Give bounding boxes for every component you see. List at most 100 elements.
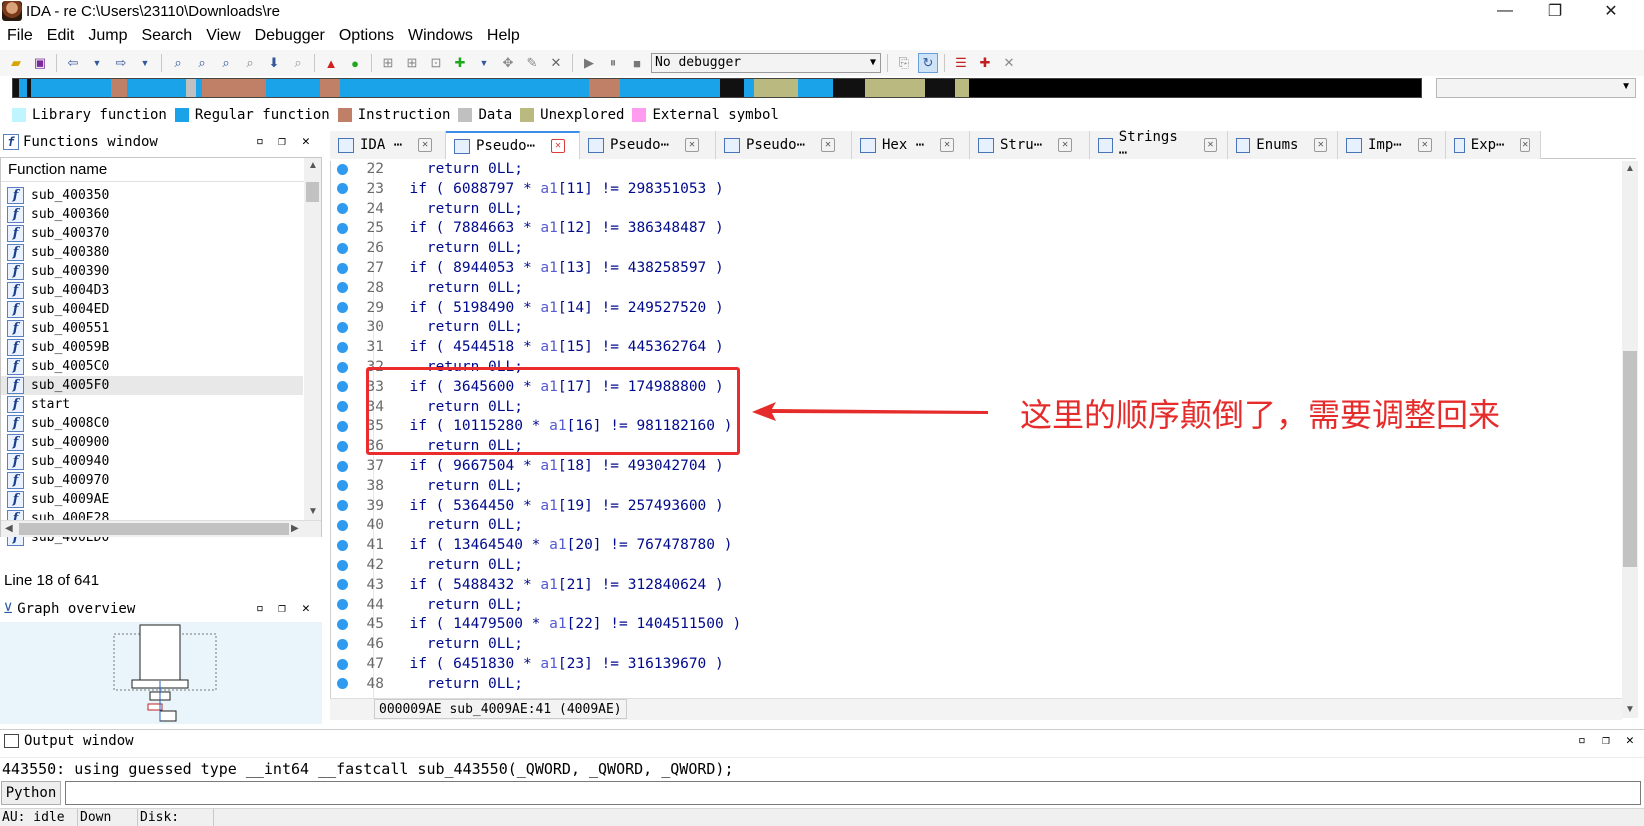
save-icon[interactable]: ▣ bbox=[30, 53, 50, 73]
menu-options[interactable]: Options bbox=[332, 24, 401, 48]
jump-down-icon[interactable]: ⬇ bbox=[264, 53, 284, 73]
code-variable[interactable]: a1 bbox=[540, 339, 557, 355]
scrollbar-thumb[interactable] bbox=[19, 523, 289, 535]
function-list-item[interactable]: f start bbox=[1, 395, 303, 414]
panel-minimize-icon[interactable]: ▫ bbox=[256, 131, 264, 153]
add-breakpoint-icon[interactable]: ✚ bbox=[975, 53, 995, 73]
panel-minimize-icon[interactable]: ▫ bbox=[1578, 730, 1586, 752]
tab-close-icon[interactable]: ✕ bbox=[685, 138, 700, 152]
menu-view[interactable]: View bbox=[199, 24, 247, 48]
code-variable[interactable]: a1 bbox=[540, 220, 557, 236]
stop-icon[interactable]: ■ bbox=[627, 53, 647, 73]
breakpoint-dot-icon[interactable] bbox=[337, 599, 348, 611]
python-language-button[interactable]: Python bbox=[1, 781, 61, 805]
breakpoint-dot-icon[interactable] bbox=[337, 440, 348, 452]
graph-overview-canvas[interactable] bbox=[0, 622, 322, 724]
breakpoint-dot-icon[interactable] bbox=[337, 500, 348, 512]
tab-close-icon[interactable]: ✕ bbox=[1058, 138, 1073, 152]
code-line[interactable]: 38 return 0LL; bbox=[331, 476, 523, 496]
breakpoint-dot-icon[interactable] bbox=[337, 203, 348, 215]
code-line[interactable]: 25 if ( 7884663 * a1[12] != 386348487 ) bbox=[331, 218, 724, 238]
code-line[interactable]: 44 return 0LL; bbox=[331, 595, 523, 615]
code-line[interactable]: 23 if ( 6088797 * a1[11] != 298351053 ) bbox=[331, 179, 724, 199]
tab-close-icon[interactable]: ✕ bbox=[1314, 138, 1327, 152]
function-list-item[interactable]: f sub_4005F0 bbox=[1, 376, 303, 395]
breakpoint-dot-icon[interactable] bbox=[337, 163, 348, 175]
menu-windows[interactable]: Windows bbox=[401, 24, 480, 48]
function-list-item[interactable]: f sub_400940 bbox=[1, 452, 303, 471]
tab-pseudocode[interactable]: Pseudo⋯ ✕ bbox=[580, 131, 716, 159]
code-line[interactable]: 37 if ( 9667504 * a1[18] != 493042704 ) bbox=[331, 456, 724, 476]
debugger-select[interactable]: No debugger ▼ bbox=[651, 53, 881, 73]
panel-close-icon[interactable]: ✕ bbox=[302, 131, 310, 153]
code-line[interactable]: 46 return 0LL; bbox=[331, 634, 523, 654]
scrollbar-thumb[interactable] bbox=[1623, 351, 1637, 567]
scroll-down-icon[interactable]: ▼ bbox=[308, 506, 318, 517]
navigation-combo[interactable]: ▼ bbox=[1436, 78, 1636, 98]
search-gray-icon[interactable]: ⌕ bbox=[288, 53, 308, 73]
code-line[interactable]: 29 if ( 5198490 * a1[14] != 249527520 ) bbox=[331, 298, 724, 318]
code-line[interactable]: 22 return 0LL; bbox=[331, 159, 523, 179]
breakpoint-dot-icon[interactable] bbox=[337, 341, 348, 353]
code-line[interactable]: 45 if ( 14479500 * a1[22] != 1404511500 … bbox=[331, 614, 741, 634]
breakpoint-dot-icon[interactable] bbox=[337, 658, 348, 670]
code-line[interactable]: 26 return 0LL; bbox=[331, 238, 523, 258]
breakpoint-dot-icon[interactable] bbox=[337, 618, 348, 630]
menu-jump[interactable]: Jump bbox=[81, 24, 134, 48]
code-vertical-scrollbar[interactable]: ▲ ▼ bbox=[1622, 161, 1638, 718]
make-string-icon[interactable]: ⊡ bbox=[426, 53, 446, 73]
tab-pseudocode[interactable]: Pseudo⋯ ✕ bbox=[446, 131, 580, 159]
tab-pseudocode[interactable]: Pseudo⋯ ✕ bbox=[716, 131, 852, 159]
search-binary-icon[interactable]: ⌕ bbox=[192, 53, 212, 73]
tab-imports[interactable]: Imp⋯ ✕ bbox=[1338, 131, 1446, 159]
green-circle-icon[interactable]: ● bbox=[345, 53, 365, 73]
navigation-band[interactable] bbox=[12, 78, 1422, 98]
make-data-icon[interactable]: ⊞ bbox=[402, 53, 422, 73]
functions-vertical-scrollbar[interactable]: ▲ ▼ bbox=[304, 158, 321, 520]
code-variable[interactable]: a1 bbox=[549, 537, 566, 553]
scroll-left-icon[interactable]: ◀ bbox=[5, 523, 13, 534]
code-line[interactable]: 24 return 0LL; bbox=[331, 199, 523, 219]
functions-list[interactable]: Function name f sub_400350 f sub_400360 f sub… bbox=[0, 157, 322, 546]
forward-arrow-icon[interactable]: ⇨ bbox=[111, 53, 131, 73]
breakpoint-dot-icon[interactable] bbox=[337, 420, 348, 432]
breakpoint-dot-icon[interactable] bbox=[337, 183, 348, 195]
maximize-button[interactable]: ❐ bbox=[1532, 0, 1578, 22]
breakpoint-dot-icon[interactable] bbox=[337, 401, 348, 413]
delete-x-icon[interactable]: ✕ bbox=[546, 53, 566, 73]
panel-minimize-icon[interactable]: ▫ bbox=[256, 598, 264, 620]
menu-help[interactable]: Help bbox=[480, 24, 527, 48]
python-command-input[interactable] bbox=[65, 781, 1641, 805]
panel-close-icon[interactable]: ✕ bbox=[302, 598, 310, 620]
code-line[interactable]: 40 return 0LL; bbox=[331, 515, 523, 535]
warning-icon[interactable]: ▲ bbox=[321, 53, 341, 73]
function-list-item[interactable]: f sub_400900 bbox=[1, 433, 303, 452]
menu-debugger[interactable]: Debugger bbox=[248, 24, 332, 48]
tab-strings[interactable]: Strings ⋯ ✕ bbox=[1090, 129, 1228, 161]
function-list-item[interactable]: f sub_4005C0 bbox=[1, 357, 303, 376]
breakpoint-dot-icon[interactable] bbox=[337, 242, 348, 254]
function-list-item[interactable]: f sub_400380 bbox=[1, 243, 303, 262]
tab-enums[interactable]: Enums ✕ bbox=[1228, 131, 1338, 159]
function-list-item[interactable]: f sub_4009AE bbox=[1, 490, 303, 509]
breakpoint-dot-icon[interactable] bbox=[337, 638, 348, 650]
code-variable[interactable]: a1 bbox=[540, 181, 557, 197]
scroll-right-icon[interactable]: ▶ bbox=[291, 523, 299, 534]
function-list-item[interactable]: f sub_400370 bbox=[1, 224, 303, 243]
tab-hex[interactable]: Hex ⋯ ✕ bbox=[852, 131, 970, 159]
breakpoint-dot-icon[interactable] bbox=[337, 480, 348, 492]
tab-structures[interactable]: Stru⋯ ✕ bbox=[970, 131, 1090, 159]
panel-float-icon[interactable]: ❐ bbox=[278, 131, 286, 153]
function-list-item[interactable]: f sub_400390 bbox=[1, 262, 303, 281]
menu-file[interactable]: File bbox=[0, 24, 40, 48]
code-variable[interactable]: a1 bbox=[540, 656, 557, 672]
code-variable[interactable]: a1 bbox=[540, 498, 557, 514]
breakpoint-dot-icon[interactable] bbox=[337, 678, 348, 690]
play-icon[interactable]: ▶ bbox=[579, 53, 599, 73]
tab-close-icon[interactable]: ✕ bbox=[1204, 138, 1217, 152]
breakpoint-dot-icon[interactable] bbox=[337, 282, 348, 294]
scroll-up-icon[interactable]: ▲ bbox=[1625, 163, 1635, 174]
chevron-down-icon[interactable]: ▼ bbox=[135, 53, 155, 73]
breakpoint-dot-icon[interactable] bbox=[337, 321, 348, 333]
tab-close-icon[interactable]: ✕ bbox=[418, 138, 433, 152]
